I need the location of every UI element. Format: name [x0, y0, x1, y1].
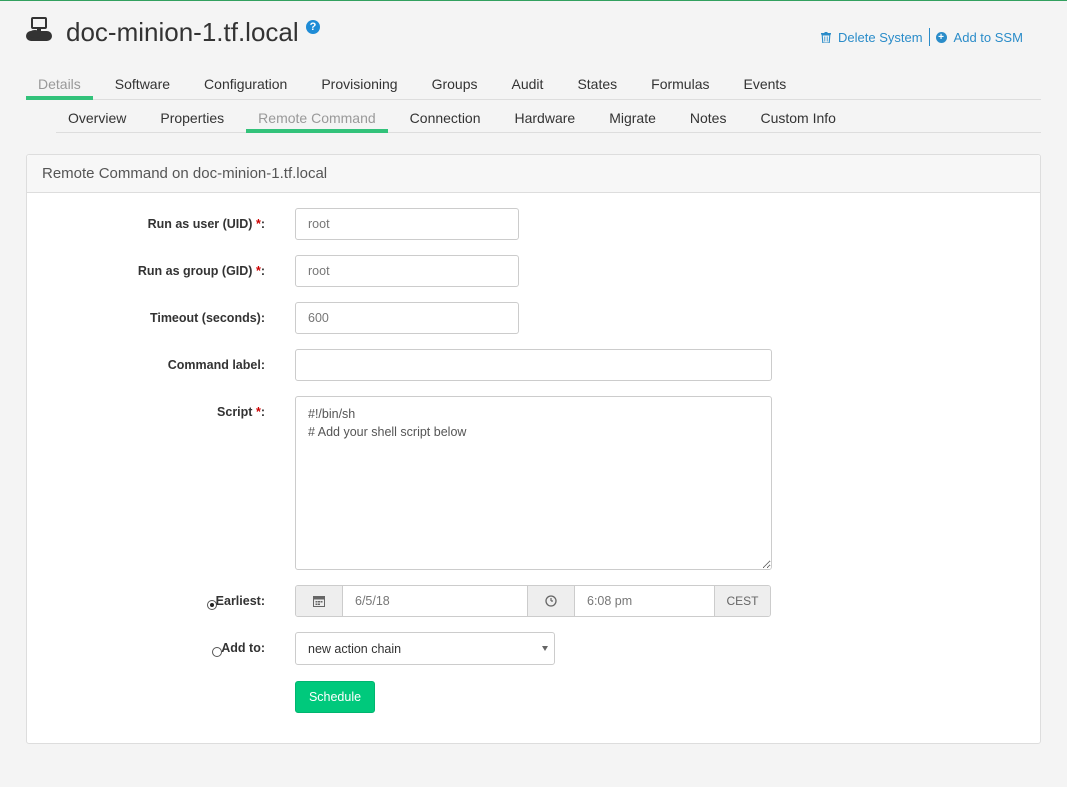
run-as-user-label: Run as user (UID) *:	[147, 217, 265, 231]
clock-icon	[545, 595, 557, 607]
calendar-button[interactable]	[296, 586, 343, 616]
system-icon	[26, 17, 52, 41]
tab-overview[interactable]: Overview	[56, 107, 138, 133]
tab-connection[interactable]: Connection	[398, 107, 493, 133]
earliest-date-input[interactable]: 6/5/18	[343, 586, 528, 616]
tab-properties[interactable]: Properties	[148, 107, 236, 133]
tab-hardware[interactable]: Hardware	[503, 107, 588, 133]
earliest-time-input[interactable]: 6:08 pm	[575, 586, 715, 616]
timeout-label: Timeout (seconds):	[149, 311, 265, 325]
add-to-label: Add to:	[221, 641, 265, 655]
tab-custom-info[interactable]: Custom Info	[748, 107, 847, 133]
tab-groups[interactable]: Groups	[420, 73, 490, 100]
tab-provisioning[interactable]: Provisioning	[309, 73, 409, 100]
primary-tabs: Details Software Configuration Provision…	[26, 73, 1041, 100]
page-title: doc-minion-1.tf.local	[66, 17, 299, 47]
plus-circle-icon: +	[935, 31, 947, 43]
actions-divider	[928, 28, 930, 46]
tab-formulas[interactable]: Formulas	[639, 73, 721, 100]
secondary-tabs: Overview Properties Remote Command Conne…	[56, 107, 1041, 133]
tab-states[interactable]: States	[565, 73, 629, 100]
tab-events[interactable]: Events	[732, 73, 799, 100]
delete-system-label: Delete System	[838, 29, 923, 45]
run-as-user-input[interactable]	[295, 208, 519, 240]
tab-details[interactable]: Details	[26, 73, 93, 100]
tab-remote-command[interactable]: Remote Command	[246, 107, 388, 133]
panel-title: Remote Command on doc-minion-1.tf.local	[27, 155, 1040, 193]
calendar-icon	[313, 596, 325, 607]
command-label-label: Command label:	[167, 358, 265, 372]
action-chain-select[interactable]: new action chain	[295, 632, 555, 665]
timeout-input[interactable]	[295, 302, 519, 334]
tab-audit[interactable]: Audit	[500, 73, 556, 100]
tab-software[interactable]: Software	[103, 73, 182, 100]
run-as-group-label: Run as group (GID) *:	[137, 264, 265, 278]
action-chain-selected: new action chain	[308, 641, 402, 656]
script-label: Script *:	[217, 405, 265, 419]
trash-icon	[821, 31, 831, 43]
schedule-button[interactable]: Schedule	[295, 681, 375, 713]
earliest-datetime-group: 6/5/18 6:08 pm CEST	[295, 585, 771, 617]
tab-configuration[interactable]: Configuration	[192, 73, 299, 100]
chevron-down-icon	[542, 646, 548, 651]
header-actions: Delete System + Add to SSM	[821, 28, 1023, 46]
help-icon[interactable]: ?	[306, 20, 320, 34]
clock-button[interactable]	[528, 586, 575, 616]
add-to-ssm-label: Add to SSM	[953, 29, 1023, 45]
script-textarea[interactable]	[295, 396, 772, 570]
tab-migrate[interactable]: Migrate	[597, 107, 668, 133]
earliest-label: Earliest:	[215, 594, 265, 608]
timezone-label: CEST	[715, 586, 770, 616]
tab-notes[interactable]: Notes	[678, 107, 739, 133]
add-to-ssm-button[interactable]: + Add to SSM	[935, 29, 1023, 45]
run-as-group-input[interactable]	[295, 255, 519, 287]
delete-system-button[interactable]: Delete System	[821, 30, 923, 45]
command-label-input[interactable]	[295, 349, 772, 381]
